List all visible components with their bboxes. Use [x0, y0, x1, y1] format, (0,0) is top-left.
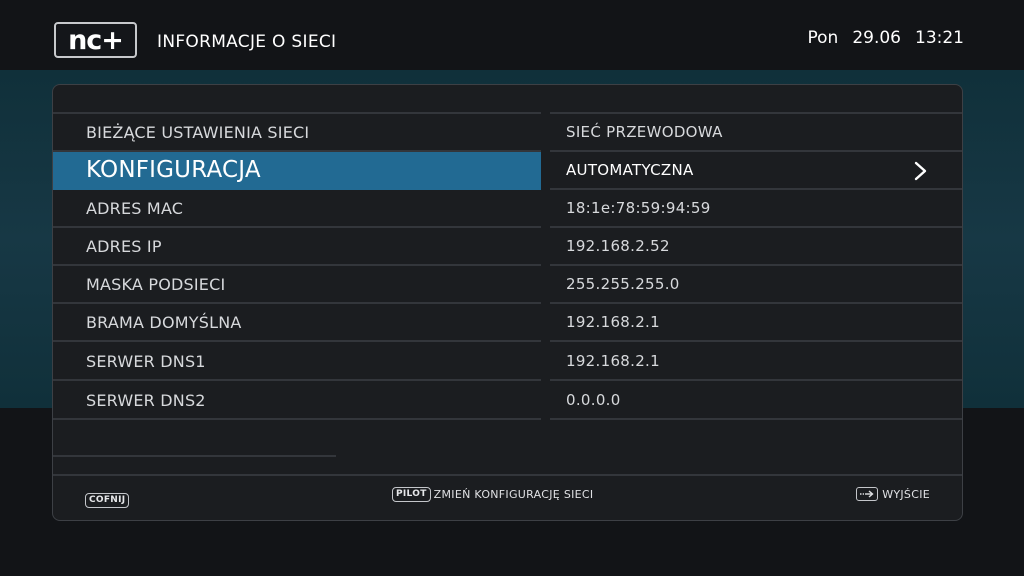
clock: Pon 29.06 13:21 — [808, 28, 965, 48]
divider — [53, 455, 336, 457]
network-info-panel: BIEŻĄCE USTAWIENIA SIECI SIEĆ PRZEWODOWA… — [52, 84, 963, 521]
exit-hint[interactable]: WYJŚCIE — [856, 487, 930, 501]
row-value: AUTOMATYCZNA — [566, 161, 694, 179]
remote-key: PILOT — [392, 487, 431, 502]
back-key[interactable]: COFNIJ — [85, 493, 130, 508]
row-ip-address[interactable]: ADRES IP 192.168.2.52 — [53, 228, 962, 266]
nc-plus-logo: nc+ — [54, 22, 137, 58]
divider — [53, 474, 962, 476]
row-label: SERWER DNS1 — [53, 343, 541, 381]
row-mac-address[interactable]: ADRES MAC 18:1e:78:59:94:59 — [53, 190, 962, 228]
footer-hints: COFNIJ PILOT ZMIEŃ KONFIGURACJĘ SIECI WY… — [53, 477, 962, 520]
row-value: 192.168.2.1 — [550, 343, 962, 381]
row-value: SIEĆ PRZEWODOWA — [550, 114, 962, 152]
header: nc+ INFORMACJE O SIECI Pon 29.06 13:21 — [0, 0, 1024, 70]
clock-day: Pon — [807, 28, 839, 48]
clock-time: 13:21 — [915, 28, 964, 48]
row-configuration[interactable]: KONFIGURACJA AUTOMATYCZNA — [53, 152, 962, 190]
back-hint[interactable]: COFNIJ — [85, 487, 130, 508]
row-label: BRAMA DOMYŚLNA — [53, 304, 541, 342]
remote-action-label: ZMIEŃ KONFIGURACJĘ SIECI — [433, 488, 594, 501]
clock-date: 29.06 — [852, 28, 901, 48]
row-label: KONFIGURACJA — [53, 152, 541, 190]
remote-hint: PILOT ZMIEŃ KONFIGURACJĘ SIECI — [392, 487, 593, 502]
exit-arrow-icon[interactable] — [856, 487, 879, 501]
row-subnet-mask[interactable]: MASKA PODSIECI 255.255.255.0 — [53, 266, 962, 304]
row-value: 192.168.2.52 — [550, 228, 962, 266]
row-label: ADRES IP — [53, 228, 541, 266]
row-default-gateway[interactable]: BRAMA DOMYŚLNA 192.168.2.1 — [53, 304, 962, 342]
row-value: 192.168.2.1 — [550, 304, 962, 342]
row-label: SERWER DNS2 — [53, 382, 541, 420]
row-value: 18:1e:78:59:94:59 — [550, 190, 962, 228]
page-title: INFORMACJE O SIECI — [157, 32, 337, 52]
row-value: 255.255.255.0 — [550, 266, 962, 304]
exit-label: WYJŚCIE — [882, 487, 930, 501]
row-label: MASKA PODSIECI — [53, 266, 541, 304]
row-label: BIEŻĄCE USTAWIENIA SIECI — [53, 114, 541, 152]
row-value: 0.0.0.0 — [550, 382, 962, 420]
row-label: ADRES MAC — [53, 190, 541, 228]
chevron-right-icon[interactable] — [910, 161, 930, 181]
row-current-settings[interactable]: BIEŻĄCE USTAWIENIA SIECI SIEĆ PRZEWODOWA — [53, 114, 962, 152]
configuration-option[interactable]: AUTOMATYCZNA — [550, 152, 962, 190]
row-dns2[interactable]: SERWER DNS2 0.0.0.0 — [53, 382, 962, 420]
row-dns1[interactable]: SERWER DNS1 192.168.2.1 — [53, 343, 962, 381]
